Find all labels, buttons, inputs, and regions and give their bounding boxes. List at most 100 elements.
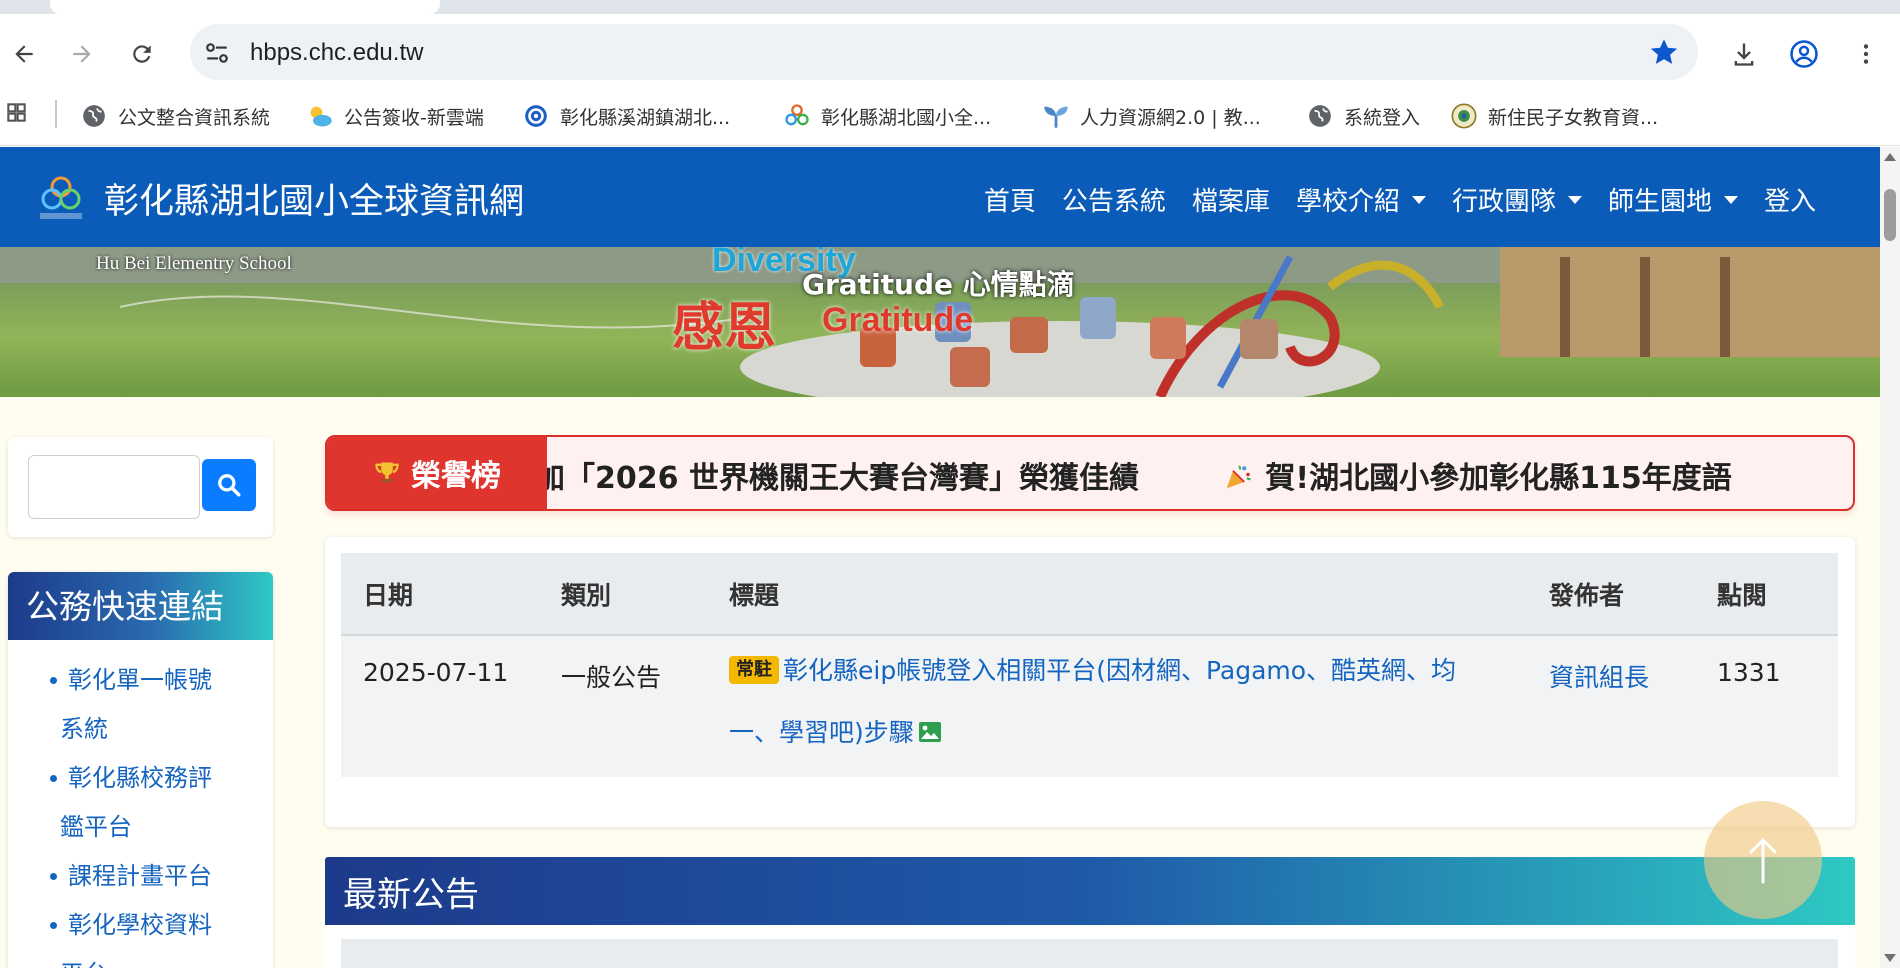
announcement-title-text: 彰化縣eip帳號登入相關平台(因材網、Pagamo、酷英網、均 — [783, 656, 1457, 685]
nav-label: 師生園地 — [1607, 187, 1712, 217]
cell-date: 2025-07-11 — [341, 635, 539, 777]
bookmark-item[interactable]: 彰化縣溪湖鎮湖北... — [522, 100, 730, 132]
quick-link-text: 彰化單一帳號 — [68, 666, 212, 694]
reload-icon — [133, 45, 151, 63]
nav-login[interactable]: 登入 — [1764, 181, 1816, 218]
bookmark-label: 人力資源網2.0 | 教... — [1080, 106, 1261, 129]
quick-link[interactable]: 彰化單一帳號 系統 — [60, 666, 273, 754]
bookmark-label: 彰化縣湖北國小全... — [821, 106, 992, 129]
caret-down-icon — [1567, 195, 1582, 204]
bookmarks-separator — [55, 100, 57, 128]
back-button[interactable] — [4, 34, 44, 74]
reload-button[interactable] — [122, 34, 162, 74]
arrow-up-icon — [1749, 837, 1777, 884]
column-header-category: 類別 — [539, 553, 707, 636]
quick-link[interactable]: 彰化縣校務評 鑑平台 — [60, 764, 273, 852]
pinned-badge: 常駐 — [729, 656, 779, 684]
nav-campus-corner[interactable]: 師生園地 — [1608, 181, 1738, 218]
quick-links-card: 公務快速連結 彰化單一帳號系統 彰化縣校務評鑑平台 課程計畫平台 彰化學校資料平… — [8, 572, 273, 968]
nav-label: 學校介紹 — [1295, 187, 1400, 217]
globe-icon — [1309, 105, 1331, 127]
active-tab[interactable] — [50, 0, 440, 14]
address-bar[interactable]: hbps.chc.edu.tw — [190, 24, 1698, 80]
search-input[interactable] — [28, 455, 200, 519]
cell-views: 1331 — [1695, 635, 1838, 777]
more-vert-icon — [1863, 44, 1869, 64]
url-text[interactable]: hbps.chc.edu.tw — [250, 39, 423, 67]
page-scrollbar[interactable] — [1880, 147, 1900, 968]
column-header-date: 日期 — [341, 553, 539, 636]
quick-link-text: 彰化學校資料 — [68, 911, 212, 939]
nav-label: 首頁 — [983, 187, 1036, 217]
nav-file-library[interactable]: 檔案庫 — [1192, 181, 1270, 218]
bookmark-item[interactable]: 人力資源網2.0 | 教... — [1042, 100, 1261, 132]
cell-publisher: 資訊組長 — [1527, 635, 1695, 777]
site-info-icon[interactable] — [204, 40, 230, 66]
bookmark-item[interactable]: 新住民子女教育資... — [1450, 100, 1658, 132]
quick-link[interactable]: 課程計畫平台 — [68, 862, 212, 890]
bookmarks-bar: 公文整合資訊系統 公告簽收-新雲端 彰化縣溪湖鎮湖北... 彰化縣湖北國小全..… — [0, 86, 1900, 146]
announcement-title-text: 一、學習吧)步驟 — [729, 718, 914, 747]
party-popper-icon — [1227, 465, 1252, 489]
site-title[interactable]: 彰化縣湖北國小全球資訊網 — [104, 173, 524, 224]
quick-links-list: 彰化單一帳號系統 彰化縣校務評鑑平台 課程計畫平台 彰化學校資料平台 — [8, 640, 273, 968]
honor-item[interactable]: 賀!湖北國小參加彰化縣115年度語 — [1265, 461, 1731, 496]
arrow-right-icon — [73, 45, 91, 63]
main-nav: 首頁 公告系統 檔案庫 學校介紹 行政團隊 師生園地 登入 — [984, 181, 1816, 218]
scrollbar-thumb[interactable] — [1884, 189, 1896, 241]
honor-roll-marquee: 榮譽榜 學生參加「2026 世界機關王大賽台灣賽」榮獲佳績 賀!湖北國小參加彰化… — [325, 435, 1855, 511]
list-item: 課程計畫平台 — [50, 852, 273, 901]
search-icon — [218, 474, 241, 497]
pinned-announcements-table: 日期 類別 標題 發佈者 點閱 2025-07-11 一般公告 常駐 彰化縣eip… — [341, 553, 1838, 777]
downloads-button[interactable] — [1724, 34, 1764, 74]
cell-title: 常駐 彰化縣eip帳號登入相關平台(因材網、Pagamo、酷英網、均一、學習吧)步… — [707, 635, 1527, 777]
nav-school-intro[interactable]: 學校介紹 — [1296, 181, 1426, 218]
banner-gratitude-text: Gratitude — [822, 301, 974, 339]
bookmark-item[interactable]: 彰化縣湖北國小全... — [783, 100, 991, 132]
search-button[interactable] — [202, 459, 256, 511]
bookmark-item[interactable]: 系統登入 — [1306, 100, 1420, 132]
web-page: 彰化縣湖北國小全球資訊網 首頁 公告系統 檔案庫 學校介紹 行政團隊 師生園地 … — [0, 147, 1880, 968]
scroll-up-arrow-icon[interactable] — [1884, 153, 1896, 161]
caret-down-icon — [1723, 195, 1738, 204]
bookmark-item[interactable]: 公文整合資訊系統 — [80, 100, 270, 132]
nav-admin-team[interactable]: 行政團隊 — [1452, 181, 1582, 218]
table-row: 2025-07-11 一般公告 常駐 彰化縣eip帳號登入相關平台(因材網、Pag… — [341, 635, 1838, 777]
column-header-title: 標題 — [707, 553, 1527, 636]
back-to-top-button[interactable] — [1704, 801, 1822, 919]
pinned-announcements-card: 日期 類別 標題 發佈者 點閱 2025-07-11 一般公告 常駐 彰化縣eip… — [325, 537, 1855, 827]
site-header: 彰化縣湖北國小全球資訊網 首頁 公告系統 檔案庫 學校介紹 行政團隊 師生園地 … — [0, 147, 1880, 247]
nav-home[interactable]: 首頁 — [984, 181, 1036, 218]
latest-news-title: 最新公告 — [325, 857, 1855, 925]
arrow-left-icon — [15, 45, 33, 63]
nav-announcements[interactable]: 公告系統 — [1062, 181, 1166, 218]
image-attachment-icon — [918, 722, 941, 742]
honor-item[interactable]: 學生參加「2026 世界機關王大賽台灣賽」榮獲佳績 — [445, 461, 1139, 496]
bookmark-star-icon[interactable] — [1648, 36, 1680, 68]
scroll-down-arrow-icon[interactable] — [1884, 954, 1896, 962]
profile-button[interactable] — [1784, 34, 1824, 74]
quick-link-text: 平台 — [60, 950, 273, 968]
trophy-icon — [375, 462, 399, 483]
nav-label: 行政團隊 — [1451, 187, 1556, 217]
bookmark-item[interactable]: 公告簽收-新雲端 — [306, 100, 484, 132]
publisher-link[interactable]: 資訊組長 — [1549, 663, 1649, 692]
search-card — [8, 437, 273, 537]
honor-roll-label: 榮譽榜 — [327, 437, 547, 509]
browser-menu-button[interactable] — [1846, 34, 1886, 74]
quick-link[interactable]: 彰化學校資料平台 — [60, 911, 273, 968]
banner-gratitude-caption: Gratitude 心情點滴 — [802, 268, 1075, 301]
school-logo-icon[interactable] — [34, 171, 88, 225]
emblem-icon — [1451, 103, 1477, 129]
announcement-link[interactable]: 彰化縣eip帳號登入相關平台(因材網、Pagamo、酷英網、均一、學習吧)步驟 — [729, 656, 1456, 747]
table-header-row: 日期 類別 標題 發佈者 點閱 — [341, 553, 1838, 636]
quick-link-text: 鑑平台 — [60, 813, 132, 841]
forward-button[interactable] — [62, 34, 102, 74]
nav-label: 登入 — [1763, 187, 1816, 217]
cell-category: 一般公告 — [539, 635, 707, 777]
bookmark-label: 公告簽收-新雲端 — [344, 106, 484, 129]
list-item: 彰化縣校務評 鑑平台 — [50, 754, 273, 852]
marquee-track: 學生參加「2026 世界機關王大賽台灣賽」榮獲佳績 賀!湖北國小參加彰化縣115… — [445, 453, 1732, 497]
account-icon — [1790, 40, 1818, 68]
apps-grid-icon[interactable] — [6, 102, 34, 130]
